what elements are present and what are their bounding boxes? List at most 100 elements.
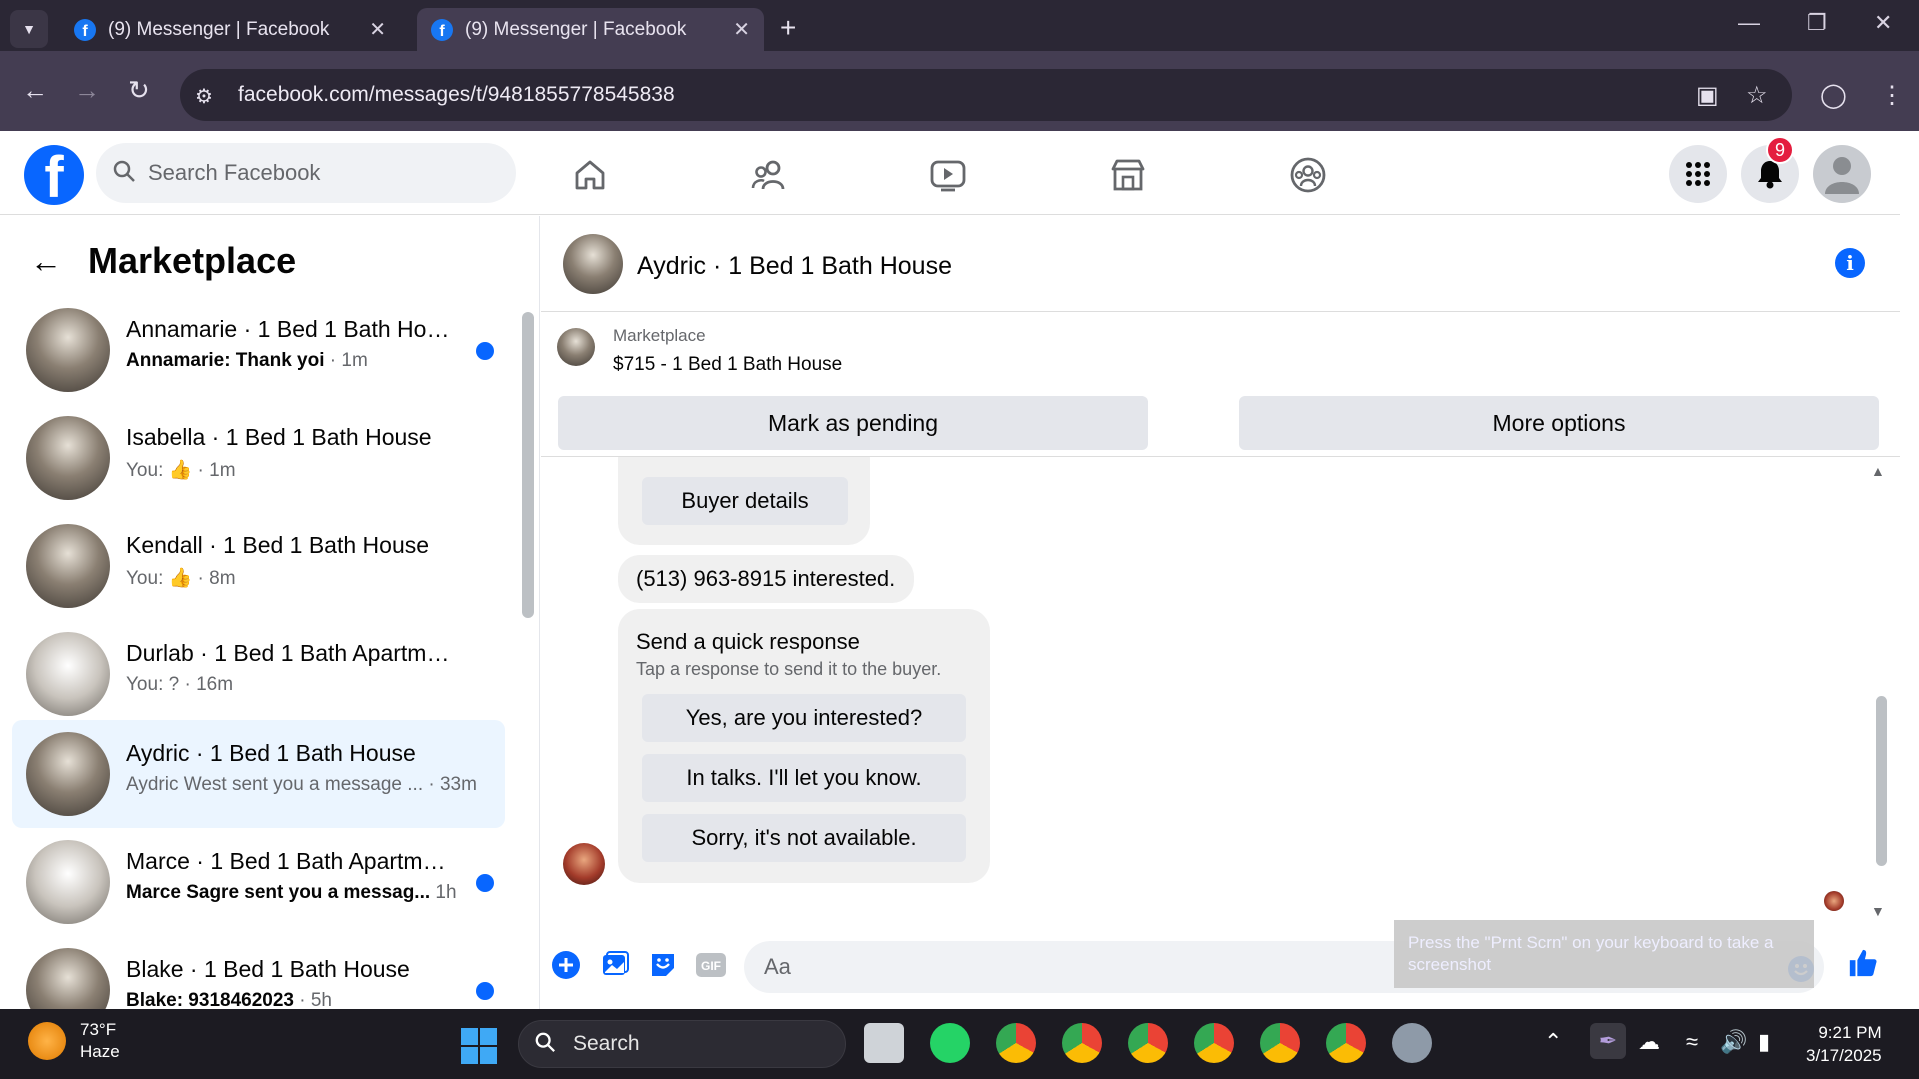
conversation-item[interactable]: Marce · 1 Bed 1 Bath Apartmen... Marce S… (12, 828, 505, 936)
menu-grid-icon[interactable] (1669, 145, 1727, 203)
chat-title[interactable]: Aydric · 1 Bed 1 Bath House (637, 252, 952, 281)
sticker-icon[interactable] (647, 949, 679, 981)
panel-title: Marketplace (88, 240, 297, 281)
facebook-favicon-icon: f (431, 18, 453, 41)
windows-taskbar: 73°F Haze Search ⌃ ✒ ☁ ≈ 🔊 ▮ 9:21 PM 3/1… (0, 1009, 1919, 1079)
quick-response-button[interactable]: Yes, are you interested? (642, 694, 966, 742)
site-settings-icon[interactable]: ⚙ (195, 84, 213, 109)
listing-category: Marketplace (613, 326, 706, 345)
account-avatar[interactable] (1813, 145, 1871, 203)
task-view-icon[interactable] (864, 1023, 904, 1063)
more-options-button[interactable]: More options (1239, 396, 1879, 450)
conversation-title: Annamarie · 1 Bed 1 Bath House (126, 316, 456, 342)
reload-icon[interactable]: ↻ (128, 75, 150, 106)
weather-widget[interactable]: 73°F Haze (28, 1019, 120, 1063)
buyer-details-button[interactable]: Buyer details (642, 477, 848, 525)
menu-dots-icon[interactable]: ⋮ (1880, 81, 1904, 110)
chat-avatar[interactable] (563, 234, 623, 294)
restore-icon[interactable]: ❐ (1807, 10, 1827, 36)
conversation-list-panel: ← Marketplace Annamarie · 1 Bed 1 Bath H… (0, 216, 540, 1009)
home-icon[interactable] (568, 153, 612, 197)
chrome-icon[interactable] (1062, 1023, 1102, 1063)
weather-condition: Haze (80, 1042, 120, 1061)
sender-avatar[interactable] (563, 843, 605, 885)
tab-title: (9) Messenger | Facebook (108, 18, 330, 40)
unread-dot-icon (476, 342, 494, 360)
cloud-icon[interactable]: ☁ (1638, 1029, 1660, 1055)
facebook-search-input[interactable]: Search Facebook (96, 143, 516, 203)
scroll-down-arrow-icon[interactable]: ▼ (1871, 903, 1885, 919)
back-icon[interactable]: ← (22, 75, 48, 106)
browser-tab-2[interactable]: f (9) Messenger | Facebook ✕ (417, 8, 764, 51)
conversation-item[interactable]: Kendall · 1 Bed 1 Bath House You: 👍 · 8m (12, 512, 505, 620)
search-icon (534, 1031, 556, 1059)
conversation-snippet: You: 👍 · 1m (126, 460, 236, 481)
conversation-item[interactable]: Annamarie · 1 Bed 1 Bath House Annamarie… (12, 296, 505, 404)
photo-icon[interactable] (599, 949, 631, 981)
pen-tray-icon[interactable]: ✒ (1590, 1023, 1626, 1059)
scroll-up-arrow-icon[interactable]: ▲ (1871, 463, 1885, 479)
new-tab-icon[interactable]: + (780, 12, 796, 44)
wifi-icon[interactable]: ≈ (1686, 1029, 1698, 1055)
friends-icon[interactable] (748, 153, 792, 197)
thread-scrollbar[interactable] (1876, 696, 1887, 866)
conversation-snippet: Aydric West sent you a message ... · 33m (126, 774, 477, 795)
url-input[interactable]: facebook.com/messages/t/9481855778545838 (180, 69, 1792, 121)
tab-search-dropdown-icon[interactable]: ▼ (10, 10, 48, 48)
mark-as-pending-button[interactable]: Mark as pending (558, 396, 1148, 450)
facebook-favicon-icon: f (74, 18, 96, 41)
quick-response-title: Send a quick response (636, 629, 860, 654)
system-clock[interactable]: 9:21 PM 3/17/2025 (1806, 1021, 1882, 1067)
interested-message: (513) 963-8915 interested. (618, 555, 914, 603)
plus-icon[interactable] (550, 949, 582, 981)
conversation-item[interactable]: Blake · 1 Bed 1 Bath House Blake: 931846… (12, 936, 505, 1009)
like-thumb-icon[interactable] (1847, 947, 1879, 979)
listing-mini-thumbnail[interactable] (557, 328, 595, 366)
groups-icon[interactable] (1286, 153, 1330, 197)
chat-panel: Aydric · 1 Bed 1 Bath House i Marketplac… (541, 216, 1900, 1009)
quick-response-button[interactable]: In talks. I'll let you know. (642, 754, 966, 802)
windows-start-icon[interactable] (460, 1027, 498, 1070)
volume-icon[interactable]: 🔊 (1720, 1029, 1747, 1055)
chrome-icon[interactable] (1194, 1023, 1234, 1063)
notification-count-badge: 9 (1766, 136, 1794, 164)
gif-icon[interactable]: GIF (695, 949, 727, 981)
clock-date: 3/17/2025 (1806, 1046, 1882, 1065)
tab-title: (9) Messenger | Facebook (465, 18, 687, 40)
chevron-up-icon[interactable]: ⌃ (1544, 1029, 1562, 1055)
minimize-icon[interactable]: — (1738, 10, 1760, 36)
taskbar-search[interactable]: Search (518, 1020, 846, 1068)
facebook-header: f Search Facebook (0, 131, 1900, 215)
back-arrow-icon[interactable]: ← (30, 243, 62, 280)
facebook-logo-icon[interactable]: f (24, 145, 84, 205)
chrome-icon[interactable] (996, 1023, 1036, 1063)
whatsapp-icon[interactable] (930, 1023, 970, 1063)
close-tab-icon[interactable]: ✕ (733, 17, 750, 42)
chrome-icon[interactable] (1128, 1023, 1168, 1063)
window-close-icon[interactable]: ✕ (1874, 10, 1892, 36)
listing-thumbnail (26, 524, 110, 608)
conversation-item-active[interactable]: Aydric · 1 Bed 1 Bath House Aydric West … (12, 720, 505, 828)
unread-dot-icon (476, 982, 494, 1000)
profile-icon[interactable]: ◯ (1820, 81, 1847, 110)
marketplace-icon[interactable] (1106, 153, 1150, 197)
settings-gear-icon[interactable] (1392, 1023, 1432, 1063)
chrome-icon[interactable] (1260, 1023, 1300, 1063)
conversation-list-scrollbar[interactable] (522, 312, 534, 618)
video-icon[interactable] (926, 153, 970, 197)
close-tab-icon[interactable]: ✕ (369, 17, 386, 42)
battery-icon[interactable]: ▮ (1758, 1029, 1770, 1055)
conversation-item[interactable]: Durlab · 1 Bed 1 Bath Apartment... You: … (12, 620, 505, 728)
quick-response-button[interactable]: Sorry, it's not available. (642, 814, 966, 862)
conversation-item[interactable]: Isabella · 1 Bed 1 Bath House You: 👍 · 1… (12, 404, 505, 512)
browser-tab-1[interactable]: f (9) Messenger | Facebook ✕ (60, 8, 400, 51)
quick-response-subtitle: Tap a response to send it to the buyer. (636, 659, 942, 679)
install-app-icon[interactable]: ▣ (1696, 81, 1719, 110)
screenshot-tooltip: Press the "Prnt Scrn" on your keyboard t… (1394, 920, 1814, 988)
listing-title[interactable]: $715 - 1 Bed 1 Bath House (613, 354, 842, 376)
bookmark-star-icon[interactable]: ☆ (1746, 81, 1768, 110)
forward-icon[interactable]: → (74, 75, 100, 106)
message-thread: Buyer details (513) 963-8915 interested.… (541, 457, 1900, 927)
chrome-icon[interactable] (1326, 1023, 1366, 1063)
info-icon[interactable]: i (1835, 248, 1865, 278)
